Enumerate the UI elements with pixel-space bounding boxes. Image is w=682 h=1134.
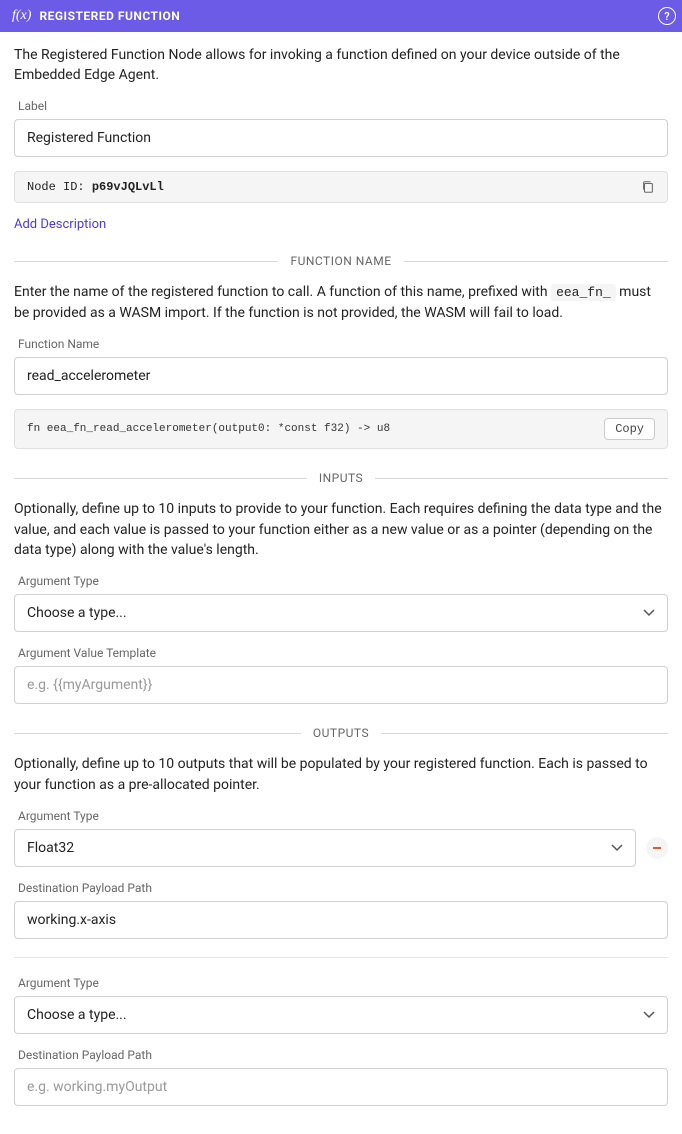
node-id-value: p69vJQLvLl	[92, 180, 164, 194]
copy-button[interactable]: Copy	[604, 418, 655, 440]
function-icon: f(x)	[12, 8, 31, 24]
input-arg-type-select[interactable]: Choose a type...	[14, 594, 668, 632]
input-arg-type-block: Argument Type Choose a type...	[14, 574, 668, 632]
function-prefix-code: eea_fn_	[551, 284, 616, 301]
output-dest-label: Destination Payload Path	[18, 1048, 668, 1062]
function-name-input[interactable]	[14, 357, 668, 395]
function-name-divider: FUNCTION NAME	[14, 254, 668, 268]
function-name-section-title: FUNCTION NAME	[278, 254, 403, 268]
node-id-box: Node ID: p69vJQLvLl	[14, 171, 668, 203]
minus-icon	[651, 842, 663, 854]
output-dest-block: Destination Payload Path	[14, 881, 668, 939]
output-separator	[14, 957, 668, 958]
function-name-helper: Enter the name of the registered functio…	[14, 282, 668, 323]
output-arg-type-label: Argument Type	[18, 976, 668, 990]
inputs-section-title: INPUTS	[307, 471, 375, 485]
content-area: The Registered Function Node allows for …	[0, 32, 682, 1134]
inputs-helper: Optionally, define up to 10 inputs to pr…	[14, 499, 668, 560]
output-dest-label: Destination Payload Path	[18, 881, 668, 895]
output-arg-type-block: Argument Type Choose a type...	[14, 976, 668, 1034]
output-arg-type-select[interactable]: Float32	[14, 829, 636, 867]
label-input[interactable]	[14, 119, 668, 157]
input-arg-value-block: Argument Value Template	[14, 646, 668, 704]
outputs-divider: OUTPUTS	[14, 726, 668, 740]
page-title: REGISTERED FUNCTION	[39, 9, 180, 23]
output-dest-input[interactable]	[14, 1068, 668, 1106]
function-signature-box: fn eea_fn_read_accelerometer(output0: *c…	[14, 409, 668, 449]
function-name-field-block: Function Name	[14, 337, 668, 395]
outputs-helper: Optionally, define up to 10 outputs that…	[14, 754, 668, 795]
label-field-label: Label	[18, 99, 668, 113]
function-name-helper-pre: Enter the name of the registered functio…	[14, 284, 551, 300]
output-dest-input[interactable]	[14, 901, 668, 939]
outputs-section-title: OUTPUTS	[301, 726, 381, 740]
inputs-divider: INPUTS	[14, 471, 668, 485]
help-icon[interactable]: ?	[658, 7, 676, 25]
output-row: Argument Type Choose a type... Destinati…	[14, 976, 668, 1106]
remove-output-button[interactable]	[646, 837, 668, 859]
header-bar: f(x) REGISTERED FUNCTION ?	[0, 0, 682, 32]
function-name-label: Function Name	[18, 337, 668, 351]
output-dest-block: Destination Payload Path	[14, 1048, 668, 1106]
node-id-label: Node ID:	[27, 180, 85, 194]
function-signature-text: fn eea_fn_read_accelerometer(output0: *c…	[27, 423, 390, 435]
output-arg-type-select[interactable]: Choose a type...	[14, 996, 668, 1034]
label-field-block: Label	[14, 99, 668, 157]
output-row: Argument Type Float32 Destination Payloa…	[14, 809, 668, 939]
output-arg-type-label: Argument Type	[18, 809, 668, 823]
copy-icon[interactable]	[641, 180, 655, 194]
input-arg-value-input[interactable]	[14, 666, 668, 704]
input-arg-type-label: Argument Type	[18, 574, 668, 588]
output-arg-type-block: Argument Type Float32	[14, 809, 668, 867]
intro-text: The Registered Function Node allows for …	[14, 46, 668, 85]
input-arg-value-label: Argument Value Template	[18, 646, 668, 660]
add-description-link[interactable]: Add Description	[14, 217, 106, 232]
